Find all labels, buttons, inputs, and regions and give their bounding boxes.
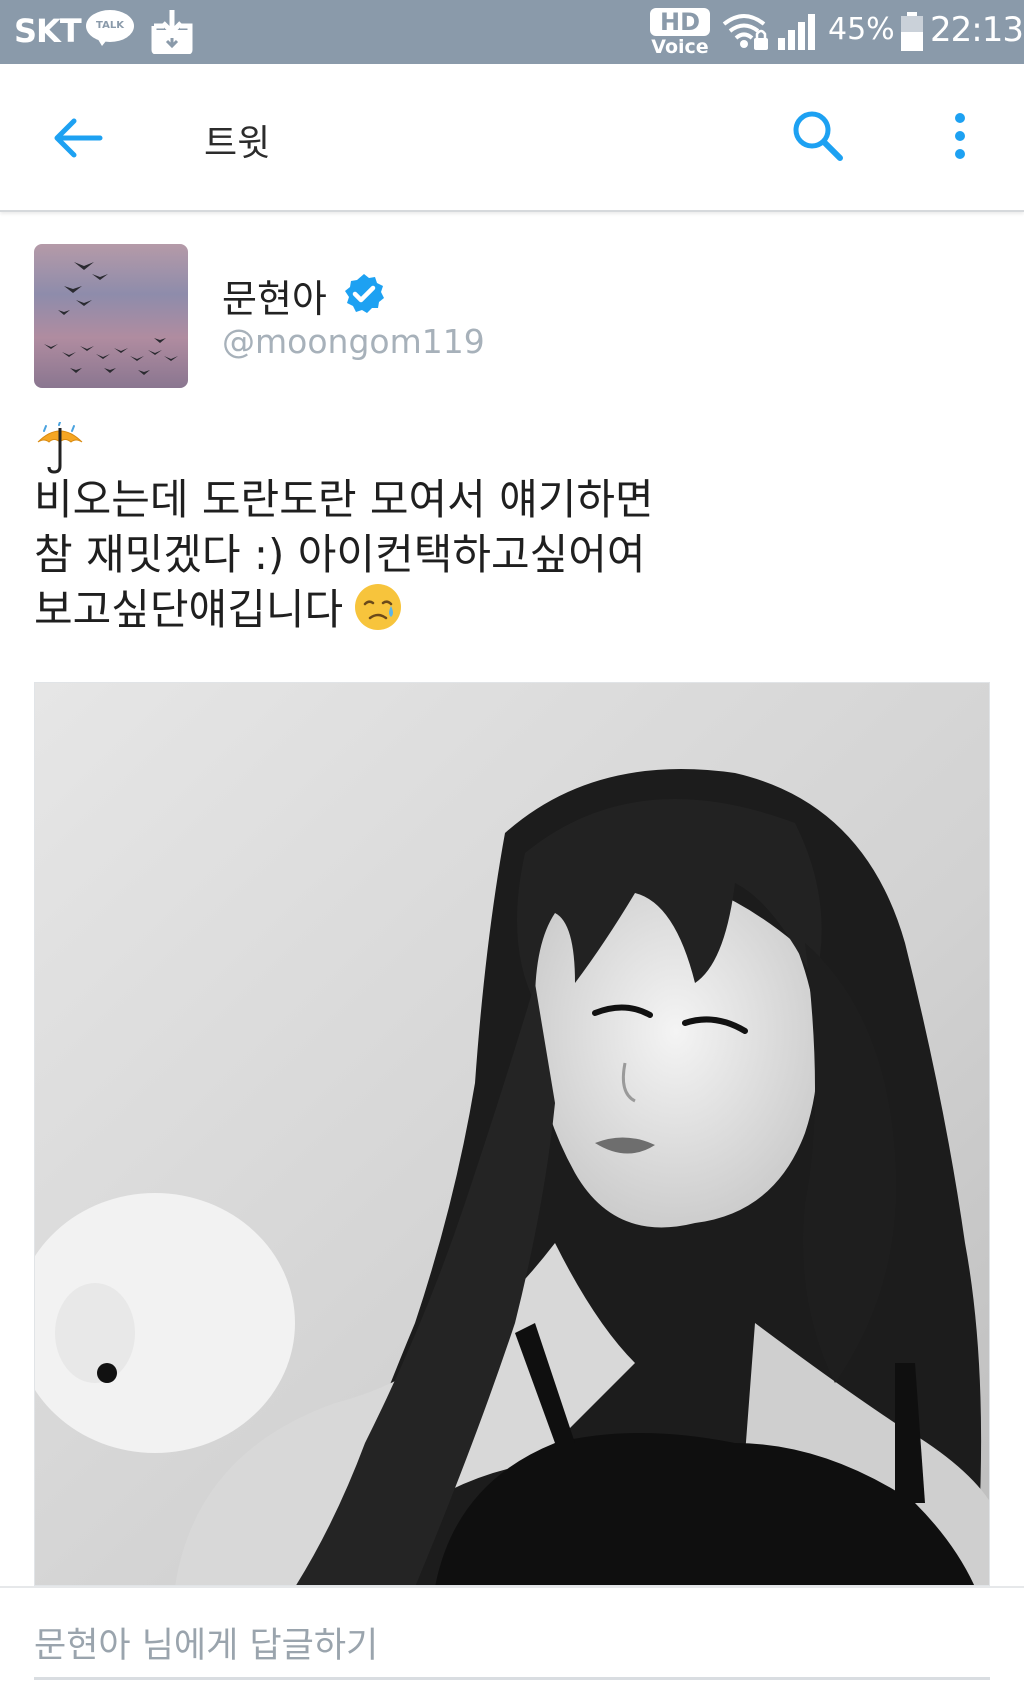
- page-title: 트윗: [204, 123, 271, 164]
- divider: [0, 1586, 1024, 1588]
- app-bar: 트윗: [0, 64, 1024, 212]
- verified-badge-icon: [342, 272, 386, 316]
- battery-percent: 45%: [828, 12, 895, 47]
- author-handle[interactable]: @moongom119: [222, 322, 485, 361]
- battery-icon: [900, 12, 924, 52]
- tweet-text-line: 비오는데 도란도란 모여서 얘기하면: [34, 475, 654, 524]
- search-icon[interactable]: [788, 106, 848, 166]
- umbrella-rain-emoji: [34, 421, 86, 474]
- clock: 22:13: [930, 10, 1024, 50]
- voice-label: Voice: [651, 36, 709, 58]
- author-name[interactable]: 문현아: [222, 268, 327, 323]
- back-arrow-icon[interactable]: [50, 108, 110, 168]
- status-bar: SKT TALK HD Voice 45% 22:13: [0, 0, 1024, 64]
- avatar[interactable]: [34, 244, 188, 388]
- wifi-lock-icon: [722, 12, 770, 52]
- tweet-detail-screen: SKT TALK HD Voice 45% 22:13 트윗 문현아 @moon…: [0, 0, 1024, 1702]
- signal-icon: [776, 12, 820, 52]
- hd-label: HD: [650, 8, 710, 36]
- tweet-text-line: 참 재밋겠다 :) 아이컨택하고싶어여: [34, 530, 646, 579]
- carrier-label: SKT: [14, 12, 82, 50]
- reply-input[interactable]: 문현아 님에게 답글하기: [34, 1620, 990, 1680]
- talk-badge: TALK: [86, 10, 134, 42]
- hd-voice-icon: HD Voice: [646, 8, 714, 60]
- tweet-text-line: 보고싶단얘깁니다: [34, 585, 344, 634]
- more-vert-icon[interactable]: [940, 106, 980, 166]
- tweet-text: 비오는데 도란도란 모여서 얘기하면 참 재밋겠다 :) 아이컨택하고싶어여 보…: [34, 472, 934, 637]
- download-icon: [150, 8, 194, 55]
- disappointed-relieved-emoji: [353, 582, 403, 632]
- tweet-photo[interactable]: [34, 682, 990, 1586]
- kakaotalk-icon: TALK: [86, 10, 134, 48]
